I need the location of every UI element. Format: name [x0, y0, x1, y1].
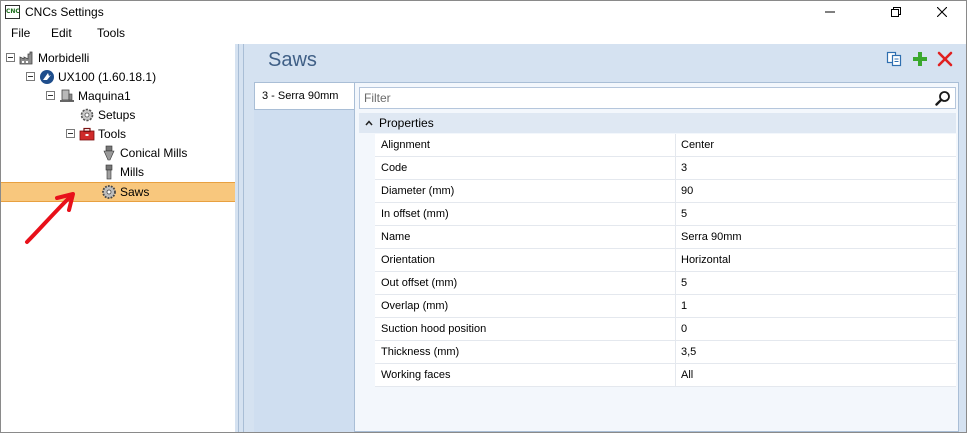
- property-row: Suction hood position 0: [375, 318, 956, 341]
- app-logo-icon: CNC: [5, 5, 20, 19]
- tree-label: Conical Mills: [120, 145, 188, 160]
- tree-node-conical-mills[interactable]: Conical Mills: [101, 143, 187, 162]
- property-name: Orientation: [375, 249, 676, 271]
- property-value[interactable]: 3: [677, 157, 955, 179]
- tree-label: Morbidelli: [38, 50, 90, 65]
- property-row: Alignment Center: [375, 134, 956, 157]
- maximize-icon: [891, 7, 901, 17]
- tab-serra-90mm[interactable]: 3 - Serra 90mm: [254, 82, 355, 110]
- delete-icon: [937, 51, 953, 67]
- search-icon[interactable]: [935, 90, 951, 106]
- property-value[interactable]: Serra 90mm: [677, 226, 955, 248]
- close-icon: [937, 7, 947, 17]
- tree-label: Maquina1: [78, 88, 131, 103]
- property-name: Suction hood position: [375, 318, 676, 340]
- factory-icon: [19, 50, 35, 66]
- window-title: CNCs Settings: [25, 5, 104, 19]
- property-value[interactable]: 5: [677, 203, 955, 225]
- category-label: Properties: [379, 116, 434, 130]
- gear-icon: [79, 107, 95, 123]
- tree-node-morbidelli[interactable]: Morbidelli: [6, 48, 89, 67]
- property-value[interactable]: Horizontal: [677, 249, 955, 271]
- tree-label: Mills: [120, 164, 144, 179]
- property-value[interactable]: Center: [677, 134, 955, 156]
- category-properties[interactable]: Properties: [359, 113, 956, 133]
- tree-panel: Morbidelli UX100 (1.60.18.1) Maquina1 Se…: [1, 44, 235, 432]
- collapse-toggle[interactable]: [66, 129, 75, 138]
- property-value[interactable]: 1: [677, 295, 955, 317]
- property-value[interactable]: All: [677, 364, 955, 386]
- machine-logo-icon: [39, 69, 55, 85]
- property-name: Thickness (mm): [375, 341, 676, 363]
- tree-node-saws[interactable]: Saws: [101, 182, 149, 201]
- property-row: In offset (mm) 5: [375, 203, 956, 226]
- property-value[interactable]: 0: [677, 318, 955, 340]
- property-list: Alignment Center Code 3 Diameter (mm) 90…: [359, 134, 956, 387]
- tree-node-setups[interactable]: Setups: [79, 105, 135, 124]
- property-row: Thickness (mm) 3,5: [375, 341, 956, 364]
- detail-panel: Saws 3 - Serra 90mm Properties: [249, 44, 966, 432]
- property-row: Code 3: [375, 157, 956, 180]
- tree-node-mills[interactable]: Mills: [101, 162, 144, 181]
- conical-mill-icon: [101, 145, 117, 161]
- menu-edit[interactable]: Edit: [51, 26, 72, 40]
- app-window: CNC CNCs Settings File Edit Tools Morbid…: [0, 0, 967, 433]
- menu-bar: File Edit Tools: [1, 23, 966, 43]
- machine-icon: [59, 88, 75, 104]
- minimize-button[interactable]: [807, 1, 853, 23]
- page-title: Saws: [268, 49, 317, 71]
- add-icon: [913, 52, 927, 66]
- tree-node-maquina1[interactable]: Maquina1: [46, 86, 131, 105]
- tree-label: UX100 (1.60.18.1): [58, 69, 157, 84]
- delete-button[interactable]: [937, 51, 953, 67]
- tree-label: Tools: [98, 126, 127, 141]
- filter-box: [359, 87, 956, 109]
- panel-splitter[interactable]: [235, 44, 249, 432]
- property-name: Working faces: [375, 364, 676, 386]
- filter-input[interactable]: [360, 88, 930, 108]
- copy-button[interactable]: [886, 51, 902, 67]
- tree-node-tools[interactable]: Tools: [66, 124, 126, 143]
- menu-file[interactable]: File: [11, 26, 30, 40]
- collapse-arrow-icon[interactable]: [365, 119, 373, 127]
- property-name: Code: [375, 157, 676, 179]
- property-name: Alignment: [375, 134, 676, 156]
- title-bar: CNC CNCs Settings: [1, 1, 966, 23]
- property-name: Diameter (mm): [375, 180, 676, 202]
- property-grid: Properties Alignment Center Code 3 Diame…: [354, 82, 959, 432]
- mill-icon: [101, 164, 117, 180]
- tree-label: Saws: [120, 184, 150, 199]
- copy-icon: [886, 51, 902, 67]
- property-row: Out offset (mm) 5: [375, 272, 956, 295]
- maximize-button[interactable]: [873, 1, 919, 23]
- property-value[interactable]: 90: [677, 180, 955, 202]
- collapse-toggle[interactable]: [26, 72, 35, 81]
- add-button[interactable]: [912, 51, 928, 67]
- collapse-toggle[interactable]: [46, 91, 55, 100]
- tab-strip: [254, 82, 354, 432]
- toolbox-icon: [79, 126, 95, 142]
- property-name: In offset (mm): [375, 203, 676, 225]
- collapse-toggle[interactable]: [6, 53, 15, 62]
- tree-node-ux100[interactable]: UX100 (1.60.18.1): [26, 67, 156, 86]
- property-value[interactable]: 5: [677, 272, 955, 294]
- saw-icon: [101, 184, 117, 200]
- minimize-icon: [825, 11, 835, 13]
- property-row: Orientation Horizontal: [375, 249, 956, 272]
- property-row: Diameter (mm) 90: [375, 180, 956, 203]
- menu-tools[interactable]: Tools: [97, 26, 125, 40]
- close-button[interactable]: [919, 1, 965, 23]
- tree-label: Setups: [98, 107, 136, 122]
- property-row: Overlap (mm) 1: [375, 295, 956, 318]
- property-name: Out offset (mm): [375, 272, 676, 294]
- property-name: Name: [375, 226, 676, 248]
- property-row: Name Serra 90mm: [375, 226, 956, 249]
- property-value[interactable]: 3,5: [677, 341, 955, 363]
- property-row: Working faces All: [375, 364, 956, 387]
- property-name: Overlap (mm): [375, 295, 676, 317]
